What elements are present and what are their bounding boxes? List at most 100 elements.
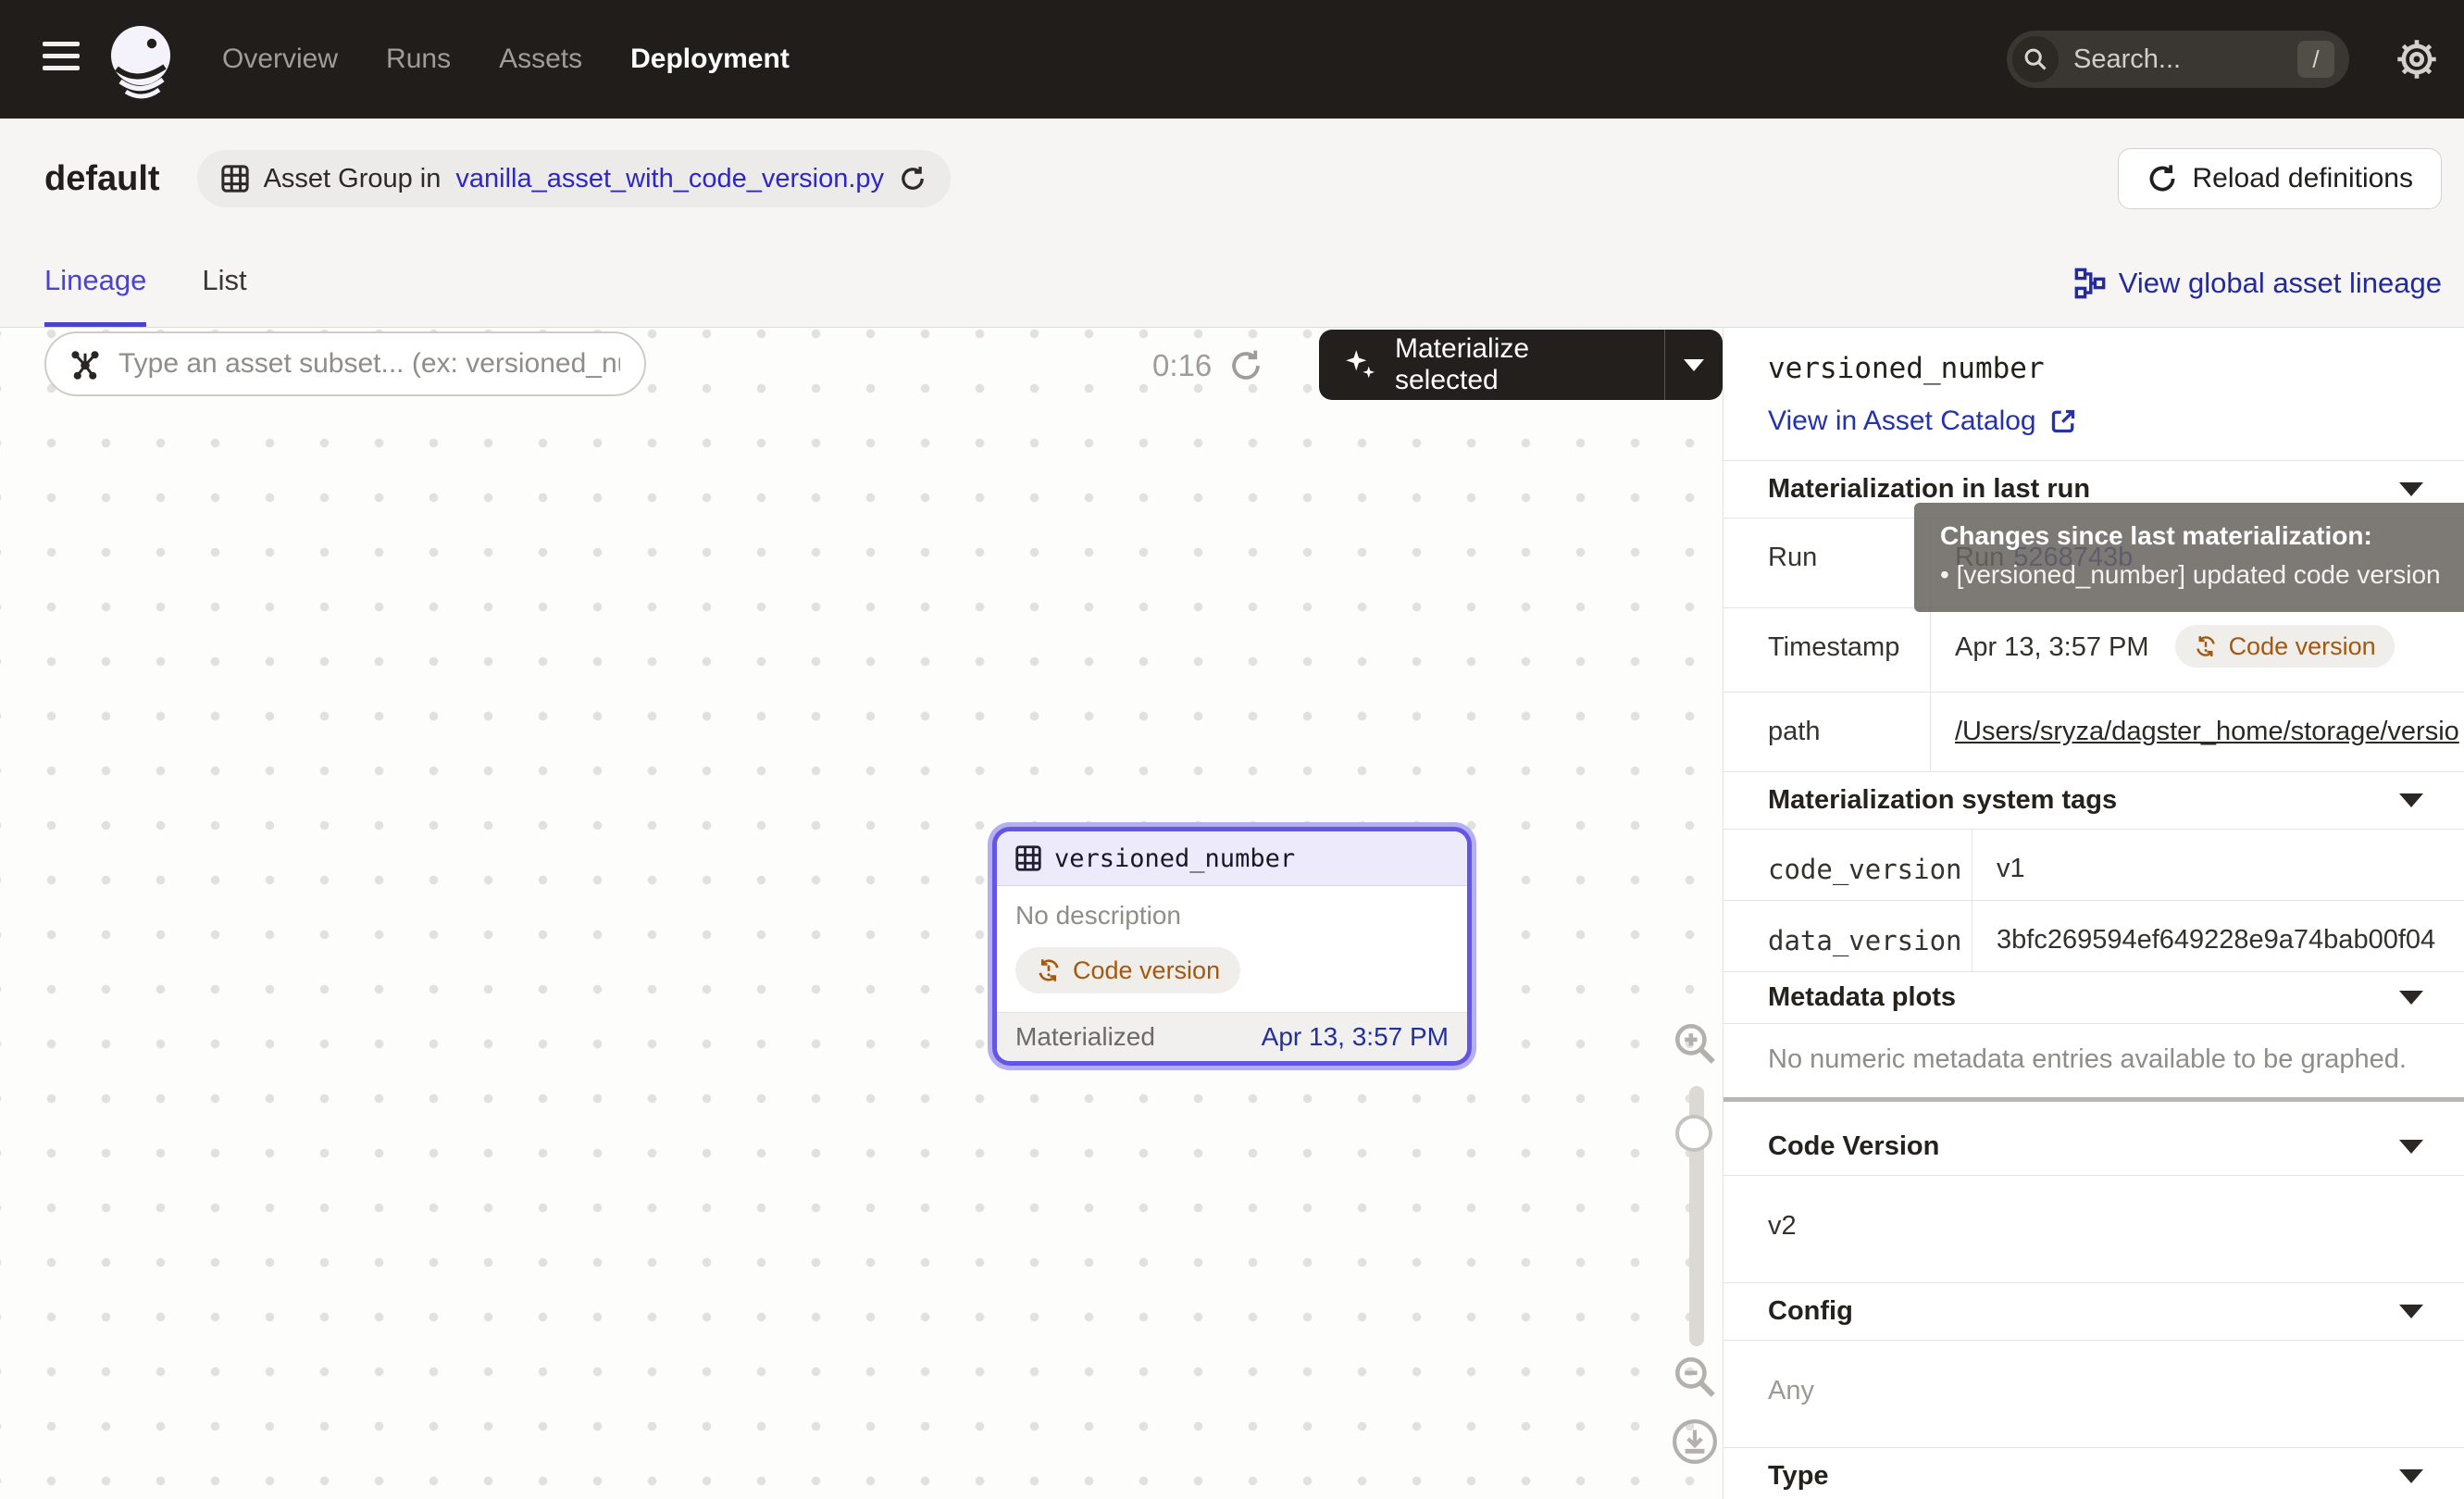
asset-details-sidebar: versioned_number View in Asset Catalog M… bbox=[1723, 328, 2464, 1499]
refresh-icon[interactable] bbox=[1228, 348, 1263, 383]
lineage-graph-icon bbox=[2074, 268, 2106, 299]
changes-tooltip: Changes since last materialization: • [v… bbox=[1914, 503, 2464, 612]
tag-value: 3bfc269594ef649228e9a74bab00f04 bbox=[1997, 925, 2435, 956]
chevron-down-icon[interactable] bbox=[2399, 482, 2423, 496]
code-version-tag[interactable]: Code version bbox=[2175, 625, 2395, 668]
view-global-asset-lineage-label: View global asset lineage bbox=[2119, 267, 2442, 300]
tabs-row: Lineage List View global asset lineage bbox=[0, 239, 2464, 328]
view-in-asset-catalog-link[interactable]: View in Asset Catalog bbox=[1768, 406, 2077, 437]
asset-subset-filter[interactable] bbox=[44, 331, 646, 396]
search-input[interactable] bbox=[2072, 44, 2297, 76]
app-root: Overview Runs Assets Deployment / bbox=[0, 0, 2464, 1498]
asset-node-versioned-number[interactable]: versioned_number No description Code ver… bbox=[997, 831, 1467, 1061]
asset-subset-input[interactable] bbox=[117, 347, 622, 381]
download-image-icon[interactable] bbox=[1672, 1418, 1718, 1465]
materialize-selected-label: Materialize selected bbox=[1395, 333, 1640, 396]
sparkle-icon bbox=[1343, 347, 1378, 382]
asset-graph-icon bbox=[68, 347, 102, 381]
asset-node-name: versioned_number bbox=[1054, 844, 1295, 873]
materialized-status-label: Materialized bbox=[1015, 1022, 1155, 1052]
chevron-down-icon[interactable] bbox=[2399, 1305, 2423, 1318]
zoom-in-icon[interactable] bbox=[1672, 1020, 1718, 1067]
asset-group-badge: Asset Group in vanilla_asset_with_code_v… bbox=[197, 150, 952, 207]
reload-definitions-button[interactable]: Reload definitions bbox=[2118, 148, 2443, 209]
menu-button[interactable] bbox=[43, 39, 83, 80]
table-icon bbox=[1015, 845, 1041, 871]
page-header: default Asset Group in vanilla_asset_wit… bbox=[0, 119, 2464, 239]
settings-gear-icon[interactable] bbox=[2396, 38, 2438, 81]
code-version-value: v2 bbox=[1724, 1176, 2464, 1283]
code-version-tag[interactable]: Code version bbox=[1015, 947, 1240, 993]
code-version-tag-label: Code version bbox=[1073, 956, 1220, 985]
tag-key: data_version bbox=[1724, 901, 1972, 971]
section-config[interactable]: Config bbox=[1724, 1283, 2464, 1341]
section-label: Config bbox=[1768, 1296, 1853, 1327]
reload-definitions-label: Reload definitions bbox=[2193, 163, 2414, 194]
section-label: Code Version bbox=[1768, 1131, 1939, 1162]
section-materialization-system-tags[interactable]: Materialization system tags bbox=[1724, 772, 2464, 830]
lineage-canvas[interactable]: 0:16 Materialize selected bbox=[0, 328, 1723, 1499]
section-type[interactable]: Type bbox=[1724, 1448, 2464, 1499]
top-nav: Overview Runs Assets Deployment / bbox=[0, 0, 2464, 119]
dagster-logo[interactable] bbox=[104, 22, 178, 100]
section-label: Materialization in last run bbox=[1768, 474, 2090, 505]
config-value: Any bbox=[1724, 1341, 2464, 1448]
external-link-icon bbox=[2049, 407, 2077, 435]
page-title: default bbox=[44, 159, 160, 199]
code-version-change-icon bbox=[2194, 634, 2218, 658]
tag-row-code-version: code_version v1 bbox=[1724, 830, 2464, 901]
tag-row-data-version: data_version 3bfc269594ef649228e9a74bab0… bbox=[1724, 901, 2464, 972]
path-label: path bbox=[1724, 693, 1930, 771]
nav-runs[interactable]: Runs bbox=[386, 44, 451, 75]
search-box[interactable]: / bbox=[2007, 31, 2349, 88]
path-row: path /Users/sryza/dagster_home/storage/v… bbox=[1724, 693, 2464, 772]
asset-group-label: Asset Group in bbox=[264, 164, 442, 194]
zoom-out-icon[interactable] bbox=[1672, 1354, 1718, 1400]
asset-node-header: versioned_number bbox=[997, 831, 1467, 886]
reload-code-location-icon[interactable] bbox=[899, 165, 927, 193]
chevron-down-icon[interactable] bbox=[2399, 1140, 2423, 1154]
zoom-slider-handle[interactable] bbox=[1675, 1115, 1712, 1152]
code-version-change-icon bbox=[1036, 957, 1062, 983]
tooltip-item: • [versioned_number] updated code versio… bbox=[1940, 560, 2462, 590]
sidebar-header: versioned_number View in Asset Catalog bbox=[1724, 328, 2464, 461]
tooltip-title: Changes since last materialization: bbox=[1940, 521, 2462, 551]
chevron-down-icon[interactable] bbox=[2399, 991, 2423, 1005]
code-version-tag-label: Code version bbox=[2229, 632, 2376, 661]
primary-nav: Overview Runs Assets Deployment bbox=[222, 0, 790, 119]
tag-value: v1 bbox=[1997, 854, 2025, 884]
nav-deployment[interactable]: Deployment bbox=[630, 44, 790, 75]
materialize-dropdown-button[interactable] bbox=[1665, 359, 1723, 371]
timestamp-row: Timestamp Apr 13, 3:57 PM Code version bbox=[1724, 608, 2464, 693]
section-code-version[interactable]: Code Version bbox=[1724, 1118, 2464, 1176]
grid-icon bbox=[221, 165, 249, 193]
refresh-timer: 0:16 bbox=[1152, 348, 1263, 383]
nav-overview[interactable]: Overview bbox=[222, 44, 338, 75]
nav-assets[interactable]: Assets bbox=[499, 44, 582, 75]
reload-icon bbox=[2147, 163, 2178, 194]
code-file-link[interactable]: vanilla_asset_with_code_version.py bbox=[455, 164, 884, 194]
tab-list[interactable]: List bbox=[202, 239, 246, 327]
section-label: Metadata plots bbox=[1768, 982, 1956, 1013]
chevron-down-icon[interactable] bbox=[2399, 793, 2423, 807]
materialized-timestamp-link[interactable]: Apr 13, 3:57 PM bbox=[1262, 1022, 1449, 1052]
materialize-selected-button[interactable]: Materialize selected bbox=[1319, 330, 1723, 400]
asset-node-description: No description bbox=[1015, 901, 1449, 931]
nav-right: / bbox=[2007, 0, 2438, 119]
tag-key: code_version bbox=[1724, 830, 1972, 900]
view-global-asset-lineage-link[interactable]: View global asset lineage bbox=[2074, 239, 2442, 327]
main-area: 0:16 Materialize selected bbox=[0, 328, 2464, 1499]
timestamp-value: Apr 13, 3:57 PM bbox=[1955, 632, 2149, 663]
metadata-empty-message: No numeric metadata entries available to… bbox=[1724, 1024, 2464, 1097]
section-label: Materialization system tags bbox=[1768, 785, 2117, 816]
search-icon bbox=[2012, 36, 2059, 82]
run-label: Run bbox=[1724, 518, 1930, 607]
path-link[interactable]: /Users/sryza/dagster_home/storage/versio bbox=[1955, 717, 2459, 747]
section-label: Type bbox=[1768, 1461, 1829, 1492]
section-metadata-plots[interactable]: Metadata plots bbox=[1724, 972, 2464, 1024]
asset-node-body: No description Code version bbox=[997, 886, 1467, 1012]
asset-node-footer: Materialized Apr 13, 3:57 PM bbox=[997, 1012, 1467, 1061]
chevron-down-icon[interactable] bbox=[2399, 1469, 2423, 1483]
tab-lineage[interactable]: Lineage bbox=[44, 239, 146, 327]
timestamp-label: Timestamp bbox=[1724, 608, 1930, 692]
